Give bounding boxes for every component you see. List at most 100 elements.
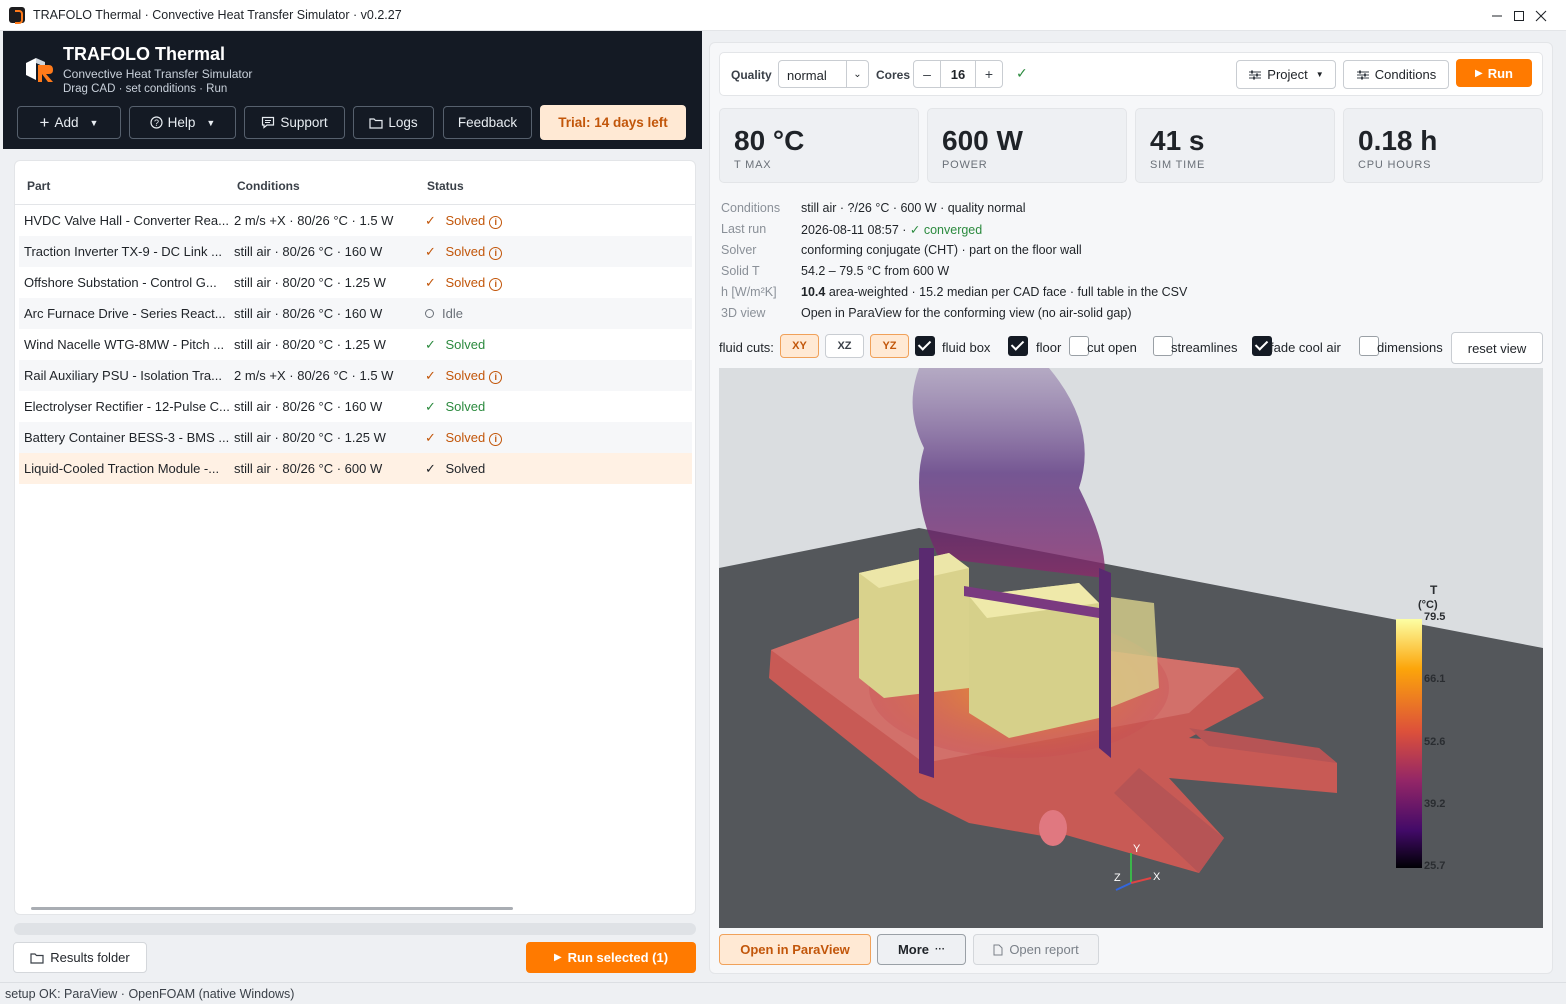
fluid-box-checkbox[interactable] <box>915 336 935 356</box>
cut-open-checkbox[interactable] <box>1069 336 1089 356</box>
column-header-status[interactable]: Status <box>427 179 464 193</box>
run-selected-label: Run selected (1) <box>567 950 669 965</box>
streamlines-checkbox[interactable] <box>1153 336 1173 356</box>
run-button[interactable]: ▶ Run <box>1456 59 1532 87</box>
ellipsis-icon: ··· <box>935 944 946 955</box>
part-status: ✓ Solved i <box>425 275 503 291</box>
chevron-down-icon: ⌄ <box>846 61 868 87</box>
cores-stepper[interactable]: – 16 + <box>913 60 1003 88</box>
status-text: Solved <box>445 399 486 414</box>
reset-view-button[interactable]: reset view <box>1451 332 1543 364</box>
check-icon: ✓ <box>1016 65 1028 81</box>
status-text: Solved <box>445 461 486 476</box>
caret-down-icon: ▼ <box>1315 70 1324 79</box>
table-row[interactable]: Liquid-Cooled Traction Module -... still … <box>19 453 692 484</box>
detail-value: conforming conjugate (CHT) · part on the… <box>801 243 1082 257</box>
part-conditions: still air · 80/26 °C · 160 W <box>234 306 383 321</box>
colorbar-tick: 52.6 <box>1424 736 1445 748</box>
colorbar-gradient <box>1396 619 1422 868</box>
open-report-button[interactable]: Open report <box>973 934 1099 965</box>
metric-card-sim-time: 41 s SIM TIME <box>1135 108 1335 183</box>
horizontal-scrollbar[interactable] <box>14 923 696 935</box>
sliders-icon <box>1249 70 1262 79</box>
cut-xy-toggle[interactable]: XY <box>780 334 819 358</box>
3d-viewport[interactable]: Y X Z T (°C) 79.5 66.1 52.6 39.2 25.7 <box>719 368 1543 928</box>
info-icon[interactable]: i <box>489 371 503 384</box>
table-row[interactable]: HVDC Valve Hall - Converter Rea... 2 m/s … <box>19 205 692 236</box>
dimensions-checkbox[interactable] <box>1359 336 1379 356</box>
metric-label: POWER <box>942 159 988 171</box>
detail-key: 3D view <box>721 306 766 320</box>
conditions-label: Conditions <box>1374 67 1437 82</box>
column-header-part[interactable]: Part <box>27 179 50 193</box>
cut-plane-yz <box>919 548 934 778</box>
increment-button[interactable]: + <box>976 61 1002 87</box>
table-row[interactable]: Traction Inverter TX-9 - DC Link ... stil… <box>19 236 692 267</box>
logs-button[interactable]: Logs <box>353 106 434 139</box>
thermal-scene: Y X Z T (°C) 79.5 66.1 52.6 39.2 25.7 <box>719 368 1543 928</box>
close-window-button[interactable] <box>1518 0 1564 31</box>
metric-value: 600 W <box>942 125 1023 156</box>
info-icon[interactable]: i <box>489 247 503 260</box>
part-name: Offshore Substation - Control G... <box>24 275 217 290</box>
metric-value: 41 s <box>1150 125 1205 156</box>
colorbar-unit: (°C) <box>1418 599 1438 611</box>
cores-value[interactable]: 16 <box>940 61 976 87</box>
fluid-cuts-label: fluid cuts: <box>719 340 774 355</box>
metric-card-cpu-hours: 0.18 h CPU HOURS <box>1343 108 1543 183</box>
decrement-button[interactable]: – <box>914 61 940 87</box>
document-icon <box>993 944 1003 955</box>
project-button[interactable]: Project ▼ <box>1236 60 1336 89</box>
status-text: Solved <box>445 337 486 352</box>
column-header-conditions[interactable]: Conditions <box>237 179 300 193</box>
table-row[interactable]: Battery Container BESS-3 - BMS ... still … <box>19 422 692 453</box>
table-row[interactable]: Arc Furnace Drive - Series React... still… <box>19 298 692 329</box>
colorbar-title: T <box>1430 583 1438 597</box>
table-row[interactable]: Offshore Substation - Control G... still … <box>19 267 692 298</box>
detail-value: 2026-08-11 08:57 · ✓ converged <box>801 222 982 237</box>
parts-table: Part Conditions Status HVDC Valve Hall -… <box>14 160 696 915</box>
part-status: ✓ Solved <box>425 337 485 353</box>
part-status: ✓ Solved i <box>425 213 503 229</box>
part-status: ✓ Solved i <box>425 244 503 260</box>
quality-select[interactable]: normal ⌄ <box>778 60 869 88</box>
support-button[interactable]: Support <box>244 106 345 139</box>
logs-label: Logs <box>388 115 418 130</box>
detail-key: h [W/m²K] <box>721 285 777 299</box>
cut-yz-toggle[interactable]: YZ <box>870 334 909 358</box>
colorbar-tick: 39.2 <box>1424 798 1445 810</box>
feedback-button[interactable]: Feedback <box>443 106 532 139</box>
cut-xz-toggle[interactable]: XZ <box>825 334 864 358</box>
table-row[interactable]: Wind Nacelle WTG-8MW - Pitch ... still ai… <box>19 329 692 360</box>
fade-cool-air-checkbox[interactable] <box>1252 336 1272 356</box>
trial-button[interactable]: Trial: 14 days left <box>540 105 686 140</box>
metric-value: 80 °C <box>734 125 805 156</box>
fluid-box-label: fluid box <box>942 340 991 355</box>
run-label: Run <box>1487 65 1513 81</box>
part-name: Battery Container BESS-3 - BMS ... <box>24 430 230 445</box>
part-name: Rail Auxiliary PSU - Isolation Tra... <box>24 368 222 383</box>
cut-open-label: cut open <box>1087 340 1137 355</box>
check-icon: ✓ <box>425 244 440 259</box>
table-row[interactable]: Rail Auxiliary PSU - Isolation Tra... 2 m… <box>19 360 692 391</box>
project-label: Project <box>1267 67 1308 82</box>
detail-key: Conditions <box>721 201 781 215</box>
run-selected-button[interactable]: ▶ Run selected (1) <box>526 942 696 973</box>
run-toolbar: Quality normal ⌄ Cores – 16 + ✓ Project … <box>719 52 1543 96</box>
floor-checkbox[interactable] <box>1008 336 1028 356</box>
add-button[interactable]: + Add ▼ <box>17 106 121 139</box>
help-button[interactable]: ? Help ▼ <box>129 106 236 139</box>
info-icon[interactable]: i <box>489 278 503 291</box>
table-row[interactable]: Electrolyser Rectifier - 12-Pulse C... st… <box>19 391 692 422</box>
open-in-paraview-button[interactable]: Open in ParaView <box>719 934 871 965</box>
colorbar-tick: 66.1 <box>1424 673 1445 685</box>
info-icon[interactable]: i <box>489 216 503 229</box>
status-bar: setup OK: ParaView · OpenFOAM (native Wi… <box>0 982 1566 1004</box>
status-text: Idle <box>442 306 463 321</box>
conditions-button[interactable]: Conditions <box>1343 60 1449 89</box>
info-icon[interactable]: i <box>489 433 503 446</box>
results-folder-button[interactable]: Results folder <box>13 942 147 973</box>
horizontal-scrollbar-thumb[interactable] <box>31 907 513 910</box>
more-button[interactable]: More ··· <box>877 934 966 965</box>
detail-key: Solver <box>721 243 757 257</box>
